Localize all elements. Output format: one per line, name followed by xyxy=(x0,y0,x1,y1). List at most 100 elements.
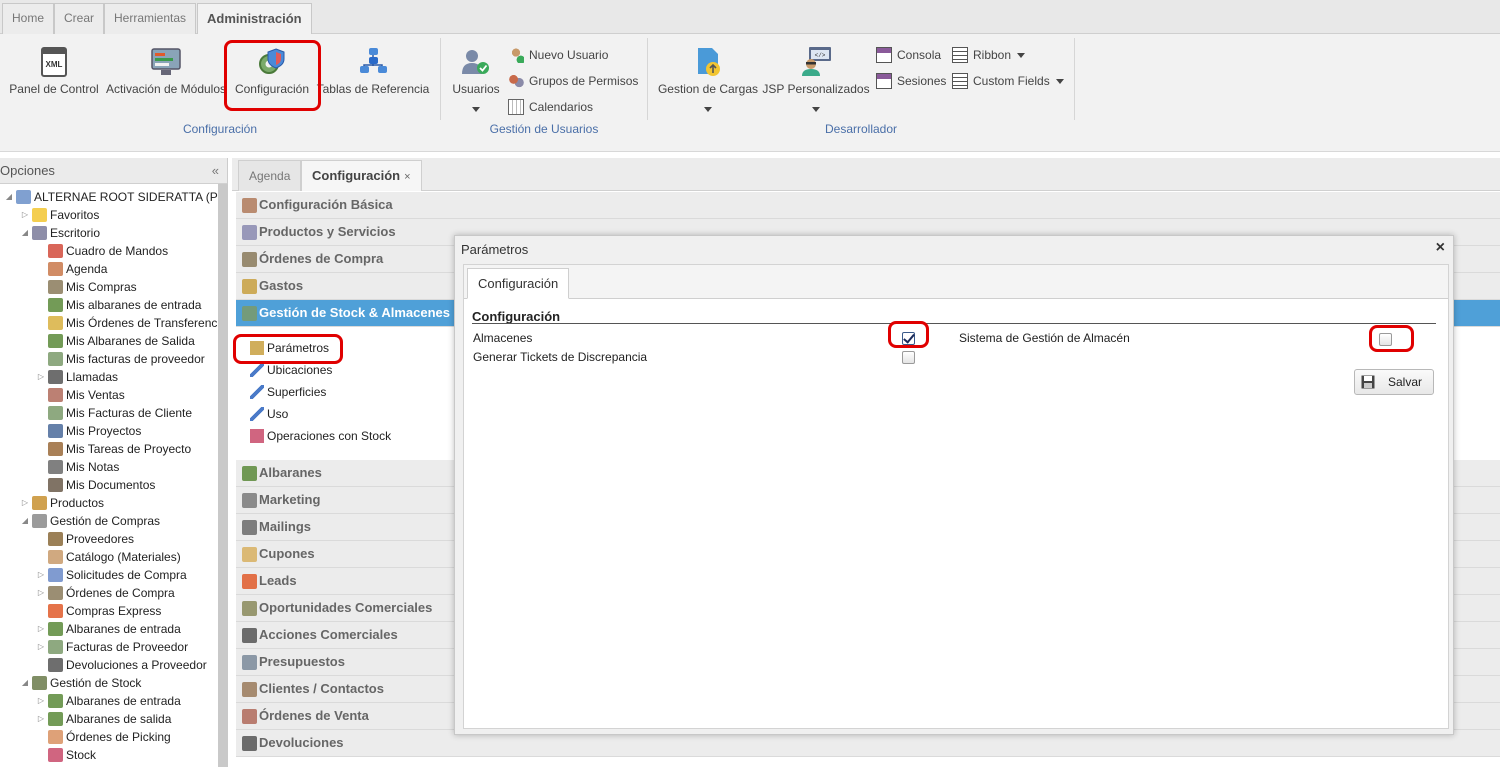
jsp-personalizados-button[interactable]: </> JSP Personalizados xyxy=(762,46,870,96)
gestion-cargas-button[interactable]: Gestion de Cargas xyxy=(656,46,760,96)
usuarios-dropdown-caret[interactable] xyxy=(472,107,480,112)
tree-item[interactable]: ◢ Gestión de Stock xyxy=(0,674,218,692)
tree-item[interactable]: ▷ Productos xyxy=(0,494,218,512)
tree-item[interactable]: ▷ Albaranes de entrada xyxy=(0,620,218,638)
ribbon-dropdown-caret xyxy=(1017,52,1026,58)
expand-toggle-icon[interactable]: ▷ xyxy=(36,584,46,602)
tree-item[interactable]: Cuadro de Mandos xyxy=(0,242,218,260)
tree-item-label: Escritorio xyxy=(50,226,101,240)
tree-item-icon xyxy=(48,406,63,420)
save-button[interactable]: Salvar xyxy=(1354,369,1434,395)
tab-home[interactable]: Home xyxy=(2,3,55,34)
tree-item[interactable]: Proveedores xyxy=(0,530,218,548)
tree-item[interactable]: Mis Ventas xyxy=(0,386,218,404)
expand-toggle-icon[interactable]: ▷ xyxy=(20,494,30,512)
stock-subitem-label: Ubicaciones xyxy=(267,363,333,377)
tree-item-label: Albaranes de entrada xyxy=(66,694,181,708)
section-icon xyxy=(242,601,257,616)
tree-item[interactable]: ▷ Facturas de Proveedor xyxy=(0,638,218,656)
section-label: Acciones Comerciales xyxy=(259,627,398,642)
activacion-modulos-button[interactable]: Activación de Módulos xyxy=(104,46,228,96)
tab-herramientas[interactable]: Herramientas xyxy=(104,3,197,34)
tree-item[interactable]: ▷ Albaranes de salida xyxy=(0,710,218,728)
tree-item[interactable]: Mis Documentos xyxy=(0,476,218,494)
tree-item[interactable]: ▷ Favoritos xyxy=(0,206,218,224)
sidebar-header: Opciones « xyxy=(0,158,227,184)
tree-item[interactable]: Órdenes de Picking xyxy=(0,728,218,746)
panel-de-control-button[interactable]: XML Panel de Control xyxy=(6,46,102,96)
tree-item-label: Gestión de Compras xyxy=(50,514,161,528)
generar-tickets-checkbox[interactable] xyxy=(902,351,915,364)
tree-item[interactable]: Mis Notas xyxy=(0,458,218,476)
accordion-section[interactable]: Configuración Básica xyxy=(236,192,1500,219)
tablas-referencia-button[interactable]: Tablas de Referencia xyxy=(316,46,430,96)
tab-crear[interactable]: Crear xyxy=(54,3,105,34)
section-icon xyxy=(242,252,257,267)
section-label: Devoluciones xyxy=(259,735,344,750)
tree-item[interactable]: Agenda xyxy=(0,260,218,278)
expand-toggle-icon[interactable]: ▷ xyxy=(36,692,46,710)
tree-item[interactable]: Mis Facturas de Cliente xyxy=(0,404,218,422)
tree-item-label: Mis Notas xyxy=(66,460,120,474)
tree-item[interactable]: ▷ Albaranes de entrada xyxy=(0,692,218,710)
tree-item[interactable]: Mis Proyectos xyxy=(0,422,218,440)
tree-item[interactable]: ▷ Llamadas xyxy=(0,368,218,386)
users-icon xyxy=(462,50,489,74)
expand-toggle-icon[interactable]: ▷ xyxy=(36,566,46,584)
tree-item[interactable]: Mis Órdenes de Transferenci xyxy=(0,314,218,332)
tree-item-icon xyxy=(48,550,63,564)
expand-toggle-icon[interactable]: ▷ xyxy=(36,638,46,656)
gestion-cargas-dropdown-caret[interactable] xyxy=(704,107,712,112)
tree-item-icon xyxy=(48,460,63,474)
ribbon-separator xyxy=(440,38,441,120)
tree-item-icon xyxy=(48,532,63,546)
close-dialog-icon[interactable]: × xyxy=(1436,239,1445,257)
tree-item-icon xyxy=(32,514,47,528)
expand-toggle-icon[interactable]: ◢ xyxy=(20,674,30,692)
tree-item[interactable]: Mis albaranes de entrada xyxy=(0,296,218,314)
grupos-permisos-button[interactable]: Grupos de Permisos xyxy=(508,73,638,89)
sidebar-scrollbar[interactable] xyxy=(218,184,228,767)
tree-item[interactable]: Mis Tareas de Proyecto xyxy=(0,440,218,458)
tree-item[interactable]: ◢ Gestión de Compras xyxy=(0,512,218,530)
tab-administracion[interactable]: Administración xyxy=(197,3,312,35)
expand-toggle-icon[interactable]: ◢ xyxy=(20,512,30,530)
usuarios-button[interactable]: Usuarios xyxy=(448,46,504,96)
tree-item[interactable]: Compras Express xyxy=(0,602,218,620)
doc-tab-agenda[interactable]: Agenda xyxy=(238,160,302,191)
expand-toggle-icon[interactable]: ▷ xyxy=(20,206,30,224)
consola-button[interactable]: Consola xyxy=(876,47,941,63)
sesiones-button[interactable]: Sesiones xyxy=(876,73,946,89)
almacenes-checkbox[interactable] xyxy=(902,332,915,345)
tree-item[interactable]: Catálogo (Materiales) xyxy=(0,548,218,566)
custom-fields-button[interactable]: Custom Fields xyxy=(952,73,1064,89)
doc-tab-configuracion[interactable]: Configuración × xyxy=(301,160,422,191)
jsp-dropdown-caret[interactable] xyxy=(812,107,820,112)
section-icon xyxy=(242,736,257,751)
tree-item-label: Órdenes de Picking xyxy=(66,730,171,744)
nuevo-usuario-button[interactable]: Nuevo Usuario xyxy=(508,47,608,63)
tree-item[interactable]: Stock xyxy=(0,746,218,764)
expand-toggle-icon[interactable]: ◢ xyxy=(4,188,14,206)
tree-item[interactable]: ▷ Solicitudes de Compra xyxy=(0,566,218,584)
expand-toggle-icon[interactable]: ▷ xyxy=(36,710,46,728)
ribbon-button[interactable]: Ribbon xyxy=(952,47,1026,63)
tree-item-label: Mis Órdenes de Transferenci xyxy=(66,316,218,330)
tree-item[interactable]: Devoluciones a Proveedor xyxy=(0,656,218,674)
tree-item[interactable]: Mis facturas de proveedor xyxy=(0,350,218,368)
close-tab-icon[interactable]: × xyxy=(404,171,410,183)
tree-item[interactable]: ◢ ALTERNAE ROOT SIDERATTA (PYE xyxy=(0,188,218,206)
expand-toggle-icon[interactable]: ▷ xyxy=(36,620,46,638)
configuracion-button[interactable]: Configuración xyxy=(232,46,312,96)
expand-toggle-icon[interactable]: ▷ xyxy=(36,368,46,386)
tree-item[interactable]: ◢ Escritorio xyxy=(0,224,218,242)
sistema-gestion-almacen-checkbox[interactable] xyxy=(1379,333,1392,346)
tree-item-icon xyxy=(48,334,63,348)
tab-configuracion[interactable]: Configuración xyxy=(467,268,570,299)
tree-item[interactable]: Mis Albaranes de Salida xyxy=(0,332,218,350)
tree-item[interactable]: Mis Compras xyxy=(0,278,218,296)
tree-item[interactable]: ▷ Órdenes de Compra xyxy=(0,584,218,602)
collapse-sidebar-icon[interactable]: « xyxy=(212,158,219,184)
expand-toggle-icon[interactable]: ◢ xyxy=(20,224,30,242)
calendarios-button[interactable]: Calendarios xyxy=(508,99,593,115)
